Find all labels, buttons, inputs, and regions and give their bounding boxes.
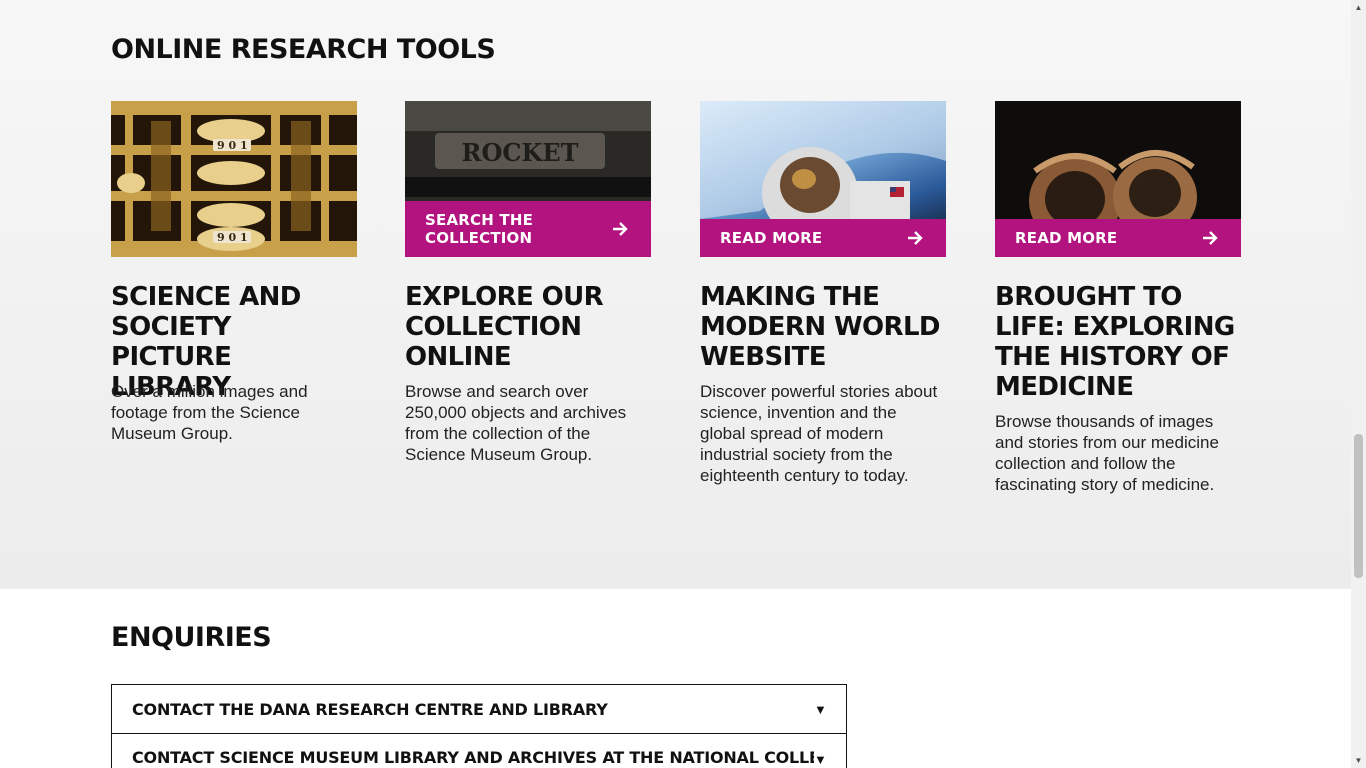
section-title: ONLINE RESEARCH TOOLS [111,34,496,65]
difference-engine-image: 9 0 1 9 0 1 [111,101,357,257]
card-image: READ MORE [700,101,946,257]
online-research-tools-section: ONLINE RESEARCH TOOLS 9 0 1 9 0 1 SCIENC… [0,0,1351,589]
read-more-button[interactable]: READ MORE [995,219,1241,257]
card-title[interactable]: EXPLORE OUR COLLECTION ONLINE [405,282,651,372]
card-image: READ MORE [995,101,1241,257]
cta-label: READ MORE [720,229,823,247]
arrow-right-icon [613,222,628,236]
read-more-button[interactable]: READ MORE [700,219,946,257]
cta-label: SEARCH THE COLLECTION [425,211,534,247]
card-title[interactable]: BROUGHT TO LIFE: EXPLORING THE HISTORY O… [995,282,1243,402]
card-image: ROCKET SEARCH THE COLLECTION [405,101,651,257]
rocket-text: ROCKET [462,138,579,167]
accordion-dana-research-centre[interactable]: CONTACT THE DANA RESEARCH CENTRE AND LIB… [111,684,847,734]
scroll-thumb[interactable] [1354,434,1363,578]
caret-down-icon: ▼ [814,701,827,717]
card-description: Over a million images and footage from t… [111,382,308,443]
card-description: Browse and search over 250,000 objects a… [405,382,627,464]
accordion-label: CONTACT THE DANA RESEARCH CENTRE AND LIB… [132,699,608,719]
card-modern-world: READ MORE MAKING THE MODERN WORLD WEBSIT… [700,101,946,485]
card-description: Discover powerful stories about science,… [700,382,938,485]
accordion-library-archives[interactable]: CONTACT SCIENCE MUSEUM LIBRARY AND ARCHI… [111,733,847,768]
card-description: Browse thousands of images and stories f… [995,412,1219,494]
scroll-down-icon[interactable]: ▼ [1351,753,1366,768]
accordion-label: CONTACT SCIENCE MUSEUM LIBRARY AND ARCHI… [132,748,814,767]
card-image-link[interactable]: 9 0 1 9 0 1 [111,101,357,257]
enquiries-title: ENQUIRIES [111,622,272,653]
svg-text:9 0 1: 9 0 1 [217,139,248,152]
card-title[interactable]: MAKING THE MODERN WORLD WEBSITE [700,282,946,372]
search-collection-button[interactable]: SEARCH THE COLLECTION [405,201,651,257]
card-explore-collection: ROCKET SEARCH THE COLLECTION EXPLORE OUR… [405,101,651,464]
card-picture-library: 9 0 1 9 0 1 SCIENCE AND SOCIETY PICTURE … [111,101,357,443]
scrollbar[interactable]: ▲ ▼ [1351,0,1366,768]
arrow-right-icon [1203,231,1218,245]
scroll-up-icon[interactable]: ▲ [1351,0,1366,15]
caret-down-icon: ▼ [814,752,827,767]
svg-text:9 0 1: 9 0 1 [217,231,248,244]
arrow-right-icon [908,231,923,245]
cta-label: READ MORE [1015,229,1118,247]
card-brought-to-life: READ MORE BROUGHT TO LIFE: EXPLORING THE… [995,101,1241,494]
